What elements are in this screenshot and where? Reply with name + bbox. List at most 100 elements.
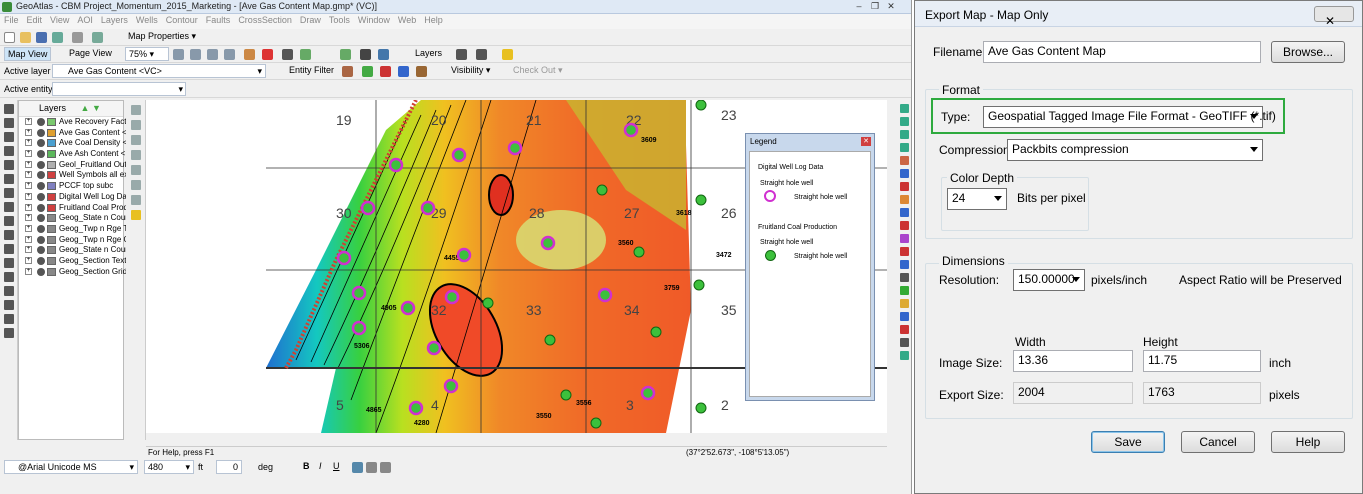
- visibility-eye-icon[interactable]: [37, 160, 45, 169]
- active-layer-select[interactable]: Ave Gas Content <VC> ▾: [52, 64, 266, 78]
- open-icon[interactable]: [20, 32, 31, 43]
- visibility-eye-icon[interactable]: [37, 171, 45, 180]
- cancel-button[interactable]: Cancel: [1181, 431, 1255, 453]
- fill-icon[interactable]: [398, 66, 409, 77]
- undo-tool-icon[interactable]: [4, 314, 14, 324]
- well-marker[interactable]: [482, 297, 494, 309]
- zoom-select[interactable]: 75% ▾: [125, 47, 169, 61]
- layer-item[interactable]: + Ave Recovery Fact: [19, 117, 126, 128]
- well-marker[interactable]: [650, 326, 662, 338]
- globe3-icon[interactable]: [900, 130, 909, 139]
- refresh-icon[interactable]: [52, 32, 63, 43]
- layer-item[interactable]: + Ave Gas Content <: [19, 128, 127, 139]
- cross-icon[interactable]: [900, 234, 909, 243]
- well-marker[interactable]: [695, 100, 707, 111]
- visibility-eye-icon[interactable]: [37, 203, 45, 212]
- map-properties-button[interactable]: Map Properties ▾: [125, 30, 199, 44]
- well-marker[interactable]: [693, 279, 705, 291]
- layer-item[interactable]: + PCCF top subc: [19, 181, 123, 192]
- layer-item[interactable]: + Geog_Twp n Rge G: [19, 235, 130, 246]
- dialog-close-button[interactable]: ✕: [1314, 6, 1354, 28]
- layer-item[interactable]: + Fruitland Coal Produ: [19, 203, 132, 214]
- align-center-icon[interactable]: [366, 462, 377, 473]
- angle-input[interactable]: 0: [216, 460, 242, 474]
- well-icon[interactable]: [4, 216, 14, 226]
- globe2-icon[interactable]: [900, 117, 909, 126]
- zoom-extent-icon[interactable]: [207, 49, 218, 60]
- warning-icon[interactable]: [131, 210, 141, 220]
- layer-item[interactable]: + Geog_State n Cour: [19, 213, 128, 224]
- well-marker[interactable]: [400, 300, 416, 316]
- layer-grid-icon[interactable]: [131, 180, 141, 190]
- visibility-eye-icon[interactable]: [37, 139, 45, 148]
- compression-select[interactable]: Packbits compression: [1007, 139, 1263, 161]
- pattern-icon[interactable]: [416, 66, 427, 77]
- expand-icon[interactable]: +: [25, 192, 32, 200]
- well-marker[interactable]: [695, 194, 707, 206]
- well-marker[interactable]: [590, 417, 602, 429]
- well-marker[interactable]: [507, 140, 523, 156]
- node-icon[interactable]: [4, 118, 14, 128]
- expand-icon[interactable]: +: [25, 128, 32, 136]
- flag-icon[interactable]: [900, 182, 909, 191]
- expand-icon[interactable]: +: [25, 224, 32, 232]
- menu-window[interactable]: Window: [354, 14, 394, 26]
- style-icon[interactable]: [380, 66, 391, 77]
- bars-icon[interactable]: [900, 260, 909, 269]
- layer-item[interactable]: + Geog_Twp n Rge Te: [19, 224, 132, 235]
- expand-icon[interactable]: +: [25, 203, 32, 211]
- gold-icon[interactable]: [900, 299, 909, 308]
- well-marker[interactable]: [596, 184, 608, 196]
- blue-icon[interactable]: [900, 312, 909, 321]
- menu-crosssection[interactable]: CrossSection: [234, 14, 296, 26]
- font-select[interactable]: @Arial Unicode MS ▾: [4, 460, 138, 474]
- map-icon[interactable]: [900, 156, 909, 165]
- visibility-eye-icon[interactable]: [37, 267, 45, 276]
- well-marker[interactable]: [451, 147, 467, 163]
- well-marker[interactable]: [623, 122, 639, 138]
- visibility-eye-icon[interactable]: [37, 150, 45, 159]
- visibility-eye-icon[interactable]: [37, 224, 45, 233]
- well-marker[interactable]: [420, 200, 436, 216]
- zoom-out-icon[interactable]: [190, 49, 201, 60]
- paste-icon[interactable]: [4, 300, 14, 310]
- expand-icon[interactable]: +: [25, 214, 32, 222]
- polyline-icon[interactable]: [4, 132, 14, 142]
- help-button[interactable]: Help: [1271, 431, 1345, 453]
- symbol-tool-icon[interactable]: [4, 174, 14, 184]
- visibility-eye-icon[interactable]: [37, 182, 45, 191]
- type-select[interactable]: Geospatial Tagged Image File Format - Ge…: [983, 106, 1276, 128]
- undo-icon[interactable]: [92, 32, 103, 43]
- expand-icon[interactable]: +: [25, 256, 32, 264]
- save-icon[interactable]: [36, 32, 47, 43]
- image-width-input[interactable]: 13.36: [1013, 350, 1133, 372]
- pan-icon[interactable]: [244, 49, 255, 60]
- layer-props-icon[interactable]: [131, 165, 141, 175]
- layer-edit-icon[interactable]: [131, 150, 141, 160]
- expand-icon[interactable]: +: [25, 171, 32, 179]
- layer-item[interactable]: + Geog_Section Text: [19, 256, 126, 267]
- menu-help[interactable]: Help: [420, 14, 447, 26]
- layer-item[interactable]: + Geog_Section Grid: [19, 267, 127, 278]
- menu-faults[interactable]: Faults: [202, 14, 235, 26]
- well-marker[interactable]: [443, 378, 459, 394]
- grid-icon[interactable]: [282, 49, 293, 60]
- layer-add-icon[interactable]: [131, 135, 141, 145]
- distance-icon[interactable]: [378, 49, 389, 60]
- well-tool-icon[interactable]: [340, 49, 351, 60]
- visibility-eye-icon[interactable]: [37, 246, 45, 255]
- cut-icon[interactable]: [4, 272, 14, 282]
- paint-icon[interactable]: [4, 258, 14, 268]
- layers-button[interactable]: Layers: [412, 47, 445, 61]
- pointer-icon[interactable]: [4, 104, 14, 114]
- expand-icon[interactable]: +: [25, 118, 32, 125]
- table-icon[interactable]: [456, 49, 467, 60]
- teal-icon[interactable]: [900, 351, 909, 360]
- menu-aoi[interactable]: AOI: [73, 14, 97, 26]
- well-marker[interactable]: [388, 157, 404, 173]
- bold-button[interactable]: B: [300, 460, 313, 474]
- entity-filter-button[interactable]: Entity Filter: [272, 64, 337, 78]
- well-marker[interactable]: [544, 334, 556, 346]
- align-right-icon[interactable]: [380, 462, 391, 473]
- grid2-icon[interactable]: [900, 273, 909, 282]
